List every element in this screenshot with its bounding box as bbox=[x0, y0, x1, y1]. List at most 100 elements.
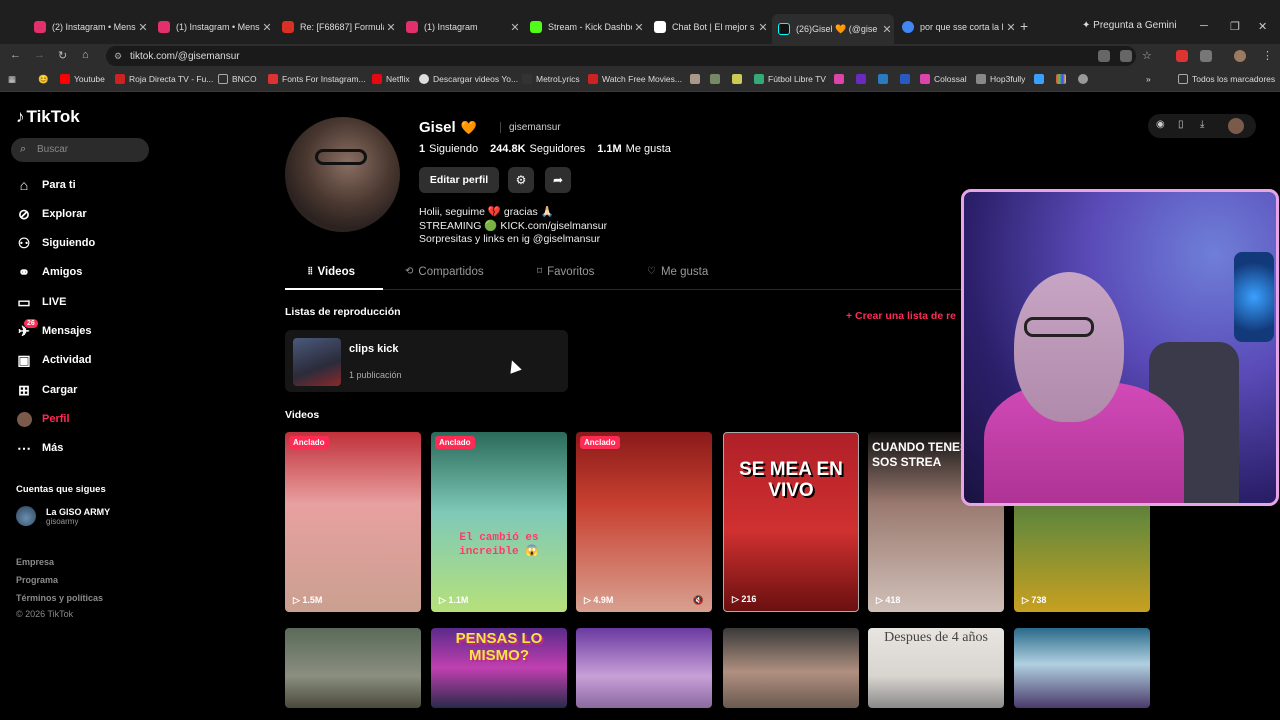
tab-compartidos[interactable]: ⟲ Compartidos bbox=[405, 266, 484, 290]
browser-tab[interactable]: Re: [F68687] Formula ✕ bbox=[276, 16, 398, 38]
browser-tab[interactable]: (1) Instagram • Mens ✕ bbox=[152, 16, 274, 38]
bookmark-icon-only[interactable] bbox=[710, 74, 724, 84]
sidebar-item-siguiendo[interactable]: ⚇ Siguiendo bbox=[16, 233, 95, 253]
bookmark-item[interactable]: Colossal bbox=[920, 74, 967, 84]
close-icon[interactable]: ✕ bbox=[136, 21, 150, 34]
bookmark-icon-only[interactable] bbox=[690, 74, 704, 84]
extension-icon[interactable] bbox=[1176, 50, 1188, 62]
browser-tab[interactable]: (1) Instagram ✕ bbox=[400, 16, 522, 38]
footer-link[interactable]: Términos y políticas bbox=[16, 593, 103, 603]
restore-icon[interactable]: ❐ bbox=[1230, 20, 1240, 33]
bookmark-item[interactable]: Roja Directa TV - Fu... bbox=[115, 74, 213, 84]
search-input[interactable]: ⌕ Buscar bbox=[11, 138, 149, 162]
tab-favoritos[interactable]: ⌑ Favoritos bbox=[537, 266, 594, 290]
sidebar-item-perfil[interactable]: Perfil bbox=[16, 409, 70, 429]
browser-tab[interactable]: (2) Instagram • Mens ✕ bbox=[28, 16, 150, 38]
sidebar-item-para-ti[interactable]: ⌂ Para ti bbox=[16, 175, 76, 195]
mute-icon[interactable]: 🔇 bbox=[693, 595, 704, 606]
video-card[interactable] bbox=[723, 628, 859, 708]
tiktok-logo[interactable]: ♪ TikTok bbox=[16, 107, 80, 127]
browser-tab[interactable]: Chat Bot | El mejor s ✕ bbox=[648, 16, 770, 38]
bookmarks-overflow-icon[interactable]: » bbox=[1146, 74, 1151, 84]
bookmark-item[interactable]: Fonts For Instagram... bbox=[268, 74, 366, 84]
close-icon[interactable]: ✕ bbox=[260, 21, 274, 34]
close-icon[interactable]: ✕ bbox=[1004, 21, 1018, 34]
video-card[interactable]: Despues de 4 años bbox=[868, 628, 1004, 708]
footer-link[interactable]: Empresa bbox=[16, 557, 54, 567]
bookmark-icon-only[interactable] bbox=[1034, 74, 1048, 84]
address-bar[interactable]: ⚙ tiktok.com/@gisemansur bbox=[106, 46, 1136, 66]
download-icon[interactable]: ⤓ bbox=[1200, 119, 1204, 130]
back-icon[interactable]: ← bbox=[10, 49, 21, 61]
reload-icon[interactable]: ↻ bbox=[58, 49, 67, 62]
footer-link[interactable]: Programa bbox=[16, 575, 58, 585]
translate-icon[interactable] bbox=[1098, 50, 1110, 62]
new-tab-button[interactable]: + bbox=[1020, 18, 1028, 34]
browser-tab[interactable]: por que sse corta la l ✕ bbox=[896, 16, 1018, 38]
video-card[interactable]: PENSAS LO MISMO? bbox=[431, 628, 567, 708]
settings-button[interactable]: ⚙ bbox=[508, 167, 534, 193]
video-card[interactable]: SE MEA EN VIVO ▷ 216 bbox=[723, 432, 859, 612]
sidebar-item-mensajes[interactable]: ✈ 26 Mensajes bbox=[16, 319, 92, 341]
close-icon[interactable]: ✕ bbox=[384, 21, 398, 34]
followed-account[interactable]: La GISO ARMY gisoarmy bbox=[16, 506, 110, 526]
bookmark-icon-only[interactable] bbox=[732, 74, 746, 84]
gemini-button[interactable]: ✦ Pregunta a Gemini bbox=[1082, 20, 1177, 31]
avatar[interactable] bbox=[1228, 118, 1244, 134]
profile-avatar[interactable] bbox=[285, 117, 400, 232]
all-bookmarks-item[interactable]: Todos los marcadores bbox=[1178, 74, 1275, 84]
bookmark-item[interactable]: Descargar videos Yo... bbox=[419, 74, 518, 84]
close-icon[interactable]: ✕ bbox=[880, 23, 894, 36]
create-playlist-button[interactable]: + Crear una lista de re bbox=[846, 310, 956, 322]
close-icon[interactable]: ✕ bbox=[632, 21, 646, 34]
browser-tab-active[interactable]: (26)Gisel 🧡 (@gise ✕ bbox=[772, 14, 894, 44]
browser-tab[interactable]: Stream - Kick Dashbo ✕ bbox=[524, 16, 646, 38]
bookmark-star-icon[interactable]: ☆ bbox=[1142, 49, 1152, 62]
forward-icon[interactable]: → bbox=[34, 49, 45, 61]
following-stat[interactable]: 1 Siguiendo bbox=[419, 143, 478, 155]
tab-videos[interactable]: ⦙⦙ Videos bbox=[285, 266, 383, 290]
emoji-bookmark-icon[interactable]: 😊 bbox=[38, 74, 49, 85]
video-card[interactable] bbox=[285, 628, 421, 708]
share-button[interactable]: ➦ bbox=[545, 167, 571, 193]
menu-kebab-icon[interactable]: ⋮ bbox=[1262, 49, 1273, 62]
device-icon[interactable]: ▯ bbox=[1178, 119, 1184, 130]
bookmark-icon-only[interactable] bbox=[900, 74, 914, 84]
bookmark-icon-only[interactable] bbox=[878, 74, 892, 84]
video-card[interactable]: Anclado El cambió es increible 😱 ▷ 1.1M bbox=[431, 432, 567, 612]
video-card[interactable] bbox=[576, 628, 712, 708]
bookmark-item[interactable]: Netflix bbox=[372, 74, 410, 84]
bookmark-icon-only[interactable] bbox=[834, 74, 848, 84]
bookmark-icon-only[interactable] bbox=[856, 74, 870, 84]
bookmark-item[interactable]: Youtube bbox=[60, 74, 105, 84]
bookmark-item[interactable]: Fútbol Libre TV bbox=[754, 74, 826, 84]
apps-grid-icon[interactable]: ▦ bbox=[8, 74, 16, 85]
cast-icon[interactable] bbox=[1120, 50, 1132, 62]
followers-stat[interactable]: 244.8K Seguidores bbox=[490, 143, 585, 155]
sidebar-item-live[interactable]: ▭ LIVE bbox=[16, 292, 66, 312]
bookmark-icon-only[interactable] bbox=[1078, 74, 1092, 84]
site-info-icon[interactable]: ⚙ bbox=[114, 51, 122, 62]
coins-icon[interactable]: ◉ bbox=[1156, 119, 1165, 130]
video-card[interactable]: Anclado ▷ 4.9M 🔇 bbox=[576, 432, 712, 612]
extensions-puzzle-icon[interactable] bbox=[1200, 50, 1212, 62]
bookmark-item[interactable]: BNCO bbox=[218, 74, 257, 84]
home-browser-icon[interactable]: ⌂ bbox=[82, 49, 89, 61]
profile-avatar-icon[interactable] bbox=[1234, 50, 1246, 62]
sidebar-item-actividad[interactable]: ▣ Actividad bbox=[16, 350, 91, 370]
video-card[interactable] bbox=[1014, 628, 1150, 708]
minimize-icon[interactable]: ─ bbox=[1200, 20, 1208, 32]
bookmark-item[interactable]: MetroLyrics bbox=[522, 74, 580, 84]
close-window-icon[interactable]: ✕ bbox=[1258, 20, 1267, 33]
bookmark-item[interactable]: Watch Free Movies... bbox=[588, 74, 682, 84]
bookmark-item[interactable]: Hop3fully bbox=[976, 74, 1025, 84]
sidebar-item-amigos[interactable]: ⚭ Amigos bbox=[16, 262, 82, 282]
sidebar-item-mas[interactable]: ⋯ Más bbox=[16, 438, 63, 458]
close-icon[interactable]: ✕ bbox=[508, 21, 522, 34]
video-card[interactable]: Anclado ▷ 1.5M bbox=[285, 432, 421, 612]
close-icon[interactable]: ✕ bbox=[756, 21, 770, 34]
sidebar-item-cargar[interactable]: ⊞ Cargar bbox=[16, 380, 77, 400]
edit-profile-button[interactable]: Editar perfil bbox=[419, 167, 499, 193]
tab-me-gusta[interactable]: ♡ Me gusta bbox=[647, 266, 708, 290]
sidebar-item-explorar[interactable]: ⊘ Explorar bbox=[16, 204, 87, 224]
